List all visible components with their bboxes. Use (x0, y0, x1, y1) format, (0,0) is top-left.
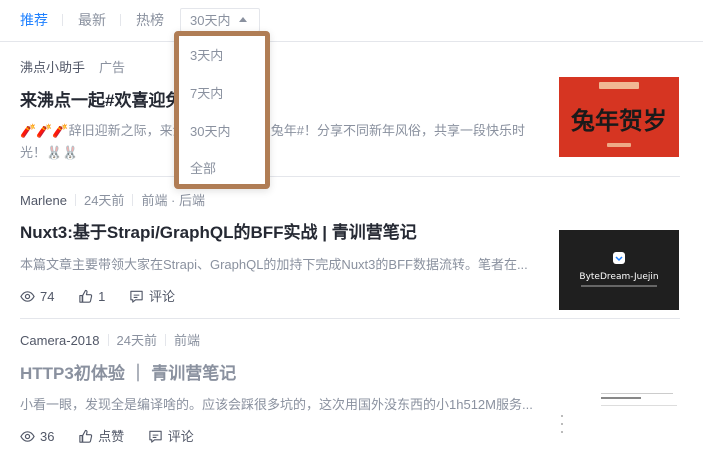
document-screenshot-image (559, 377, 679, 457)
thumb-caption: 兔年贺岁 (571, 106, 667, 135)
eye-icon (20, 431, 35, 442)
feed-tabs: 推荐 最新 热榜 30天内 (0, 0, 703, 42)
period-option-3-days[interactable]: 3天内 (190, 47, 223, 64)
period-dropdown-menu: 3天内 7天内 30天内 全部 (174, 31, 270, 189)
new-year-banner-image: 兔年贺岁 (559, 77, 679, 157)
period-option-30-days[interactable]: 30天内 (190, 123, 230, 140)
article-title[interactable]: 来沸点一起#欢喜迎兔年# (20, 90, 200, 112)
article-title[interactable]: Nuxt3:基于Strapi/GraphQL的BFF实战 | 青训营笔记 (20, 222, 540, 244)
comment-button[interactable]: 评论 (148, 428, 194, 445)
author-name[interactable]: Marlene (20, 193, 67, 208)
article-tags[interactable]: 前端 · 后端 (141, 193, 205, 208)
author-name[interactable]: 沸点小助手 (20, 60, 85, 75)
article-meta: Marlene 24天前 前端 · 后端 (20, 192, 205, 209)
divider (20, 176, 680, 177)
article-thumbnail[interactable]: ByteDream-Juejin (559, 230, 679, 310)
publish-time: 24天前 (116, 333, 157, 348)
tab-hot[interactable]: 热榜 (136, 11, 164, 29)
rabbit-emoji: 🐰🐰 (46, 145, 79, 160)
article-thumbnail[interactable] (559, 377, 679, 457)
views-count: 36 (20, 428, 54, 445)
article-abstract[interactable]: 🧨🧨🧨辞旧迎新之际，来沸点一起#欢喜迎兔年#！分享不同新年风俗，共享一段快乐时光… (20, 120, 540, 164)
article-meta: 沸点小助手 广告 (20, 59, 125, 76)
thumbs-up-icon (79, 289, 93, 303)
article-actions: 36 点赞 评论 (20, 427, 214, 445)
period-select-value: 30天内 (190, 13, 231, 28)
like-button[interactable]: 点赞 (78, 428, 124, 445)
author-name[interactable]: Camera-2018 (20, 333, 100, 348)
comment-icon (149, 430, 162, 443)
tab-recommended[interactable]: 推荐 (20, 11, 48, 29)
thumb-caption: ByteDream-Juejin (579, 272, 658, 282)
article-tags[interactable]: 前端 (174, 333, 200, 348)
tab-divider (120, 14, 121, 26)
period-select[interactable]: 30天内 (180, 8, 260, 32)
publish-time: 24天前 (83, 193, 125, 208)
caret-up-icon (239, 17, 247, 22)
period-option-all[interactable]: 全部 (190, 160, 216, 177)
views-count: 74 (20, 288, 54, 305)
tab-divider (62, 14, 63, 26)
ad-badge: 广告 (99, 60, 126, 75)
comment-icon (130, 290, 143, 303)
firecracker-emoji: 🧨🧨🧨 (20, 123, 69, 138)
thumbs-up-icon (79, 429, 93, 443)
bytedream-cover-image: ByteDream-Juejin (559, 230, 679, 310)
tab-latest[interactable]: 最新 (78, 11, 106, 29)
period-option-7-days[interactable]: 7天内 (190, 85, 223, 102)
divider (20, 318, 680, 319)
article-title[interactable]: HTTP3初体验 ｜ 青训营笔记 (20, 363, 540, 385)
article-thumbnail[interactable]: 兔年贺岁 (559, 77, 679, 157)
article-abstract[interactable]: 小看一眼，发现全是编译啥的。应该会踩很多坑的，这次用国外没东西的小1h512M服… (20, 394, 540, 416)
article-abstract[interactable]: 本篇文章主要带领大家在Strapi、GraphQL的加持下完成Nuxt3的BFF… (20, 254, 540, 276)
article-actions: 74 1 评论 (20, 287, 195, 305)
article-meta: Camera-2018 24天前 前端 (20, 332, 200, 349)
like-button[interactable]: 1 (78, 288, 105, 305)
comment-button[interactable]: 评论 (129, 288, 175, 305)
eye-icon (20, 291, 35, 302)
